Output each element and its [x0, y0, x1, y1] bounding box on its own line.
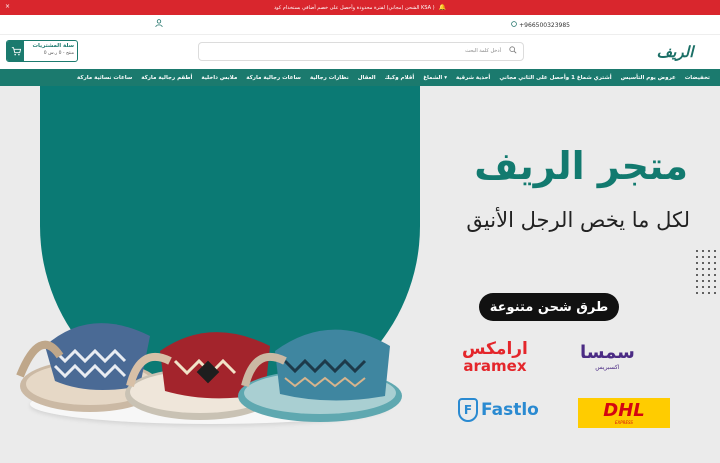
- shipping-methods-badge: طرق شحن متنوعة: [479, 293, 619, 321]
- top-bar: +966500323985: [0, 15, 720, 35]
- phone-number: +966500323985: [519, 21, 570, 29]
- hero-title: متجر الريف: [474, 144, 688, 188]
- chevron-down-icon: ▾: [444, 74, 447, 81]
- nav-item-glasses[interactable]: نظارات رجالية: [310, 75, 349, 81]
- main-nav: تخفيضات عروض يوم التأسيس أشتري شماغ 1 وأ…: [0, 69, 720, 86]
- site-header: سلة المشتريات 0 منتج - 0 ر.س أدخل كلمة ا…: [0, 35, 720, 69]
- nav-item-shemagh[interactable]: الشماغ ▾: [423, 75, 447, 81]
- dots-decoration: [694, 248, 718, 298]
- fastlo-shield-icon: F: [458, 398, 478, 422]
- sandals-image: [16, 323, 402, 422]
- smsa-logo-text: سمسا: [580, 342, 636, 363]
- bell-icon: 🔔: [438, 4, 447, 11]
- user-icon[interactable]: [155, 19, 163, 29]
- smsa-logo: سمسا اكسبريس: [580, 342, 636, 372]
- site-logo[interactable]: الريف: [644, 41, 706, 63]
- cart-title: سلة المشتريات: [32, 43, 74, 49]
- nav-item-underwear[interactable]: ملابس داخلية: [201, 75, 237, 81]
- dhl-sub: EXPRESS: [615, 419, 633, 425]
- dhl-logo: DHL EXPRESS: [578, 398, 670, 428]
- nav-item-iqal[interactable]: العقال: [358, 75, 376, 81]
- aramex-logo-en: aramex: [463, 357, 527, 375]
- announcement-text: الشحن (مجاني) لفترة محدودة وأحصل على خصم…: [273, 4, 435, 11]
- nav-item-eastern-shoes[interactable]: أحذية شرقية: [456, 75, 490, 81]
- nav-item-women-watches[interactable]: ساعات نسائية ماركة: [77, 75, 132, 81]
- phone-contact[interactable]: +966500323985: [511, 21, 570, 29]
- nav-item-pens[interactable]: أقلام وكبك: [385, 75, 415, 81]
- close-icon[interactable]: ×: [5, 3, 10, 10]
- nav-item-shemagh-offer[interactable]: أشتري شماغ 1 وأحصل على الثاني مجاني: [499, 75, 611, 81]
- fastlo-name: Fastlo: [481, 400, 539, 420]
- aramex-logo: ارامكس aramex: [462, 339, 528, 375]
- nav-item-founding-day[interactable]: عروض يوم التأسيس: [621, 75, 676, 81]
- nav-item-men-watches[interactable]: ساعات رجالية ماركة: [246, 75, 301, 81]
- announcement-bar: × الشحن (مجاني) لفترة محدودة وأحصل على خ…: [0, 0, 720, 15]
- whatsapp-icon: [511, 21, 517, 29]
- cart-icon: [7, 41, 24, 61]
- fastlo-logo: F Fastlo: [458, 398, 539, 422]
- search-input[interactable]: أدخل كلمة البحث: [198, 42, 524, 61]
- nav-item-offers[interactable]: تخفيضات: [685, 75, 710, 81]
- search-placeholder: أدخل كلمة البحث: [465, 48, 501, 54]
- hero-subtitle: لكل ما يخص الرجل الأنيق: [466, 208, 690, 232]
- hero-banner[interactable]: متجر الريف لكل ما يخص الرجل الأنيق طرق ش…: [0, 86, 720, 463]
- aramex-logo-ar: ارامكس: [462, 339, 528, 359]
- search-icon[interactable]: [509, 46, 517, 56]
- smsa-logo-sub: اكسبريس: [595, 364, 620, 371]
- cart-summary: 0 منتج - 0 ر.س: [43, 51, 74, 56]
- nav-item-men-sets[interactable]: أطقم رجالية ماركة: [141, 75, 192, 81]
- nav-item-shemagh-label: الشماغ: [423, 74, 443, 81]
- dhl-name: DHL: [603, 399, 645, 421]
- cart-button[interactable]: سلة المشتريات 0 منتج - 0 ر.س: [6, 40, 78, 62]
